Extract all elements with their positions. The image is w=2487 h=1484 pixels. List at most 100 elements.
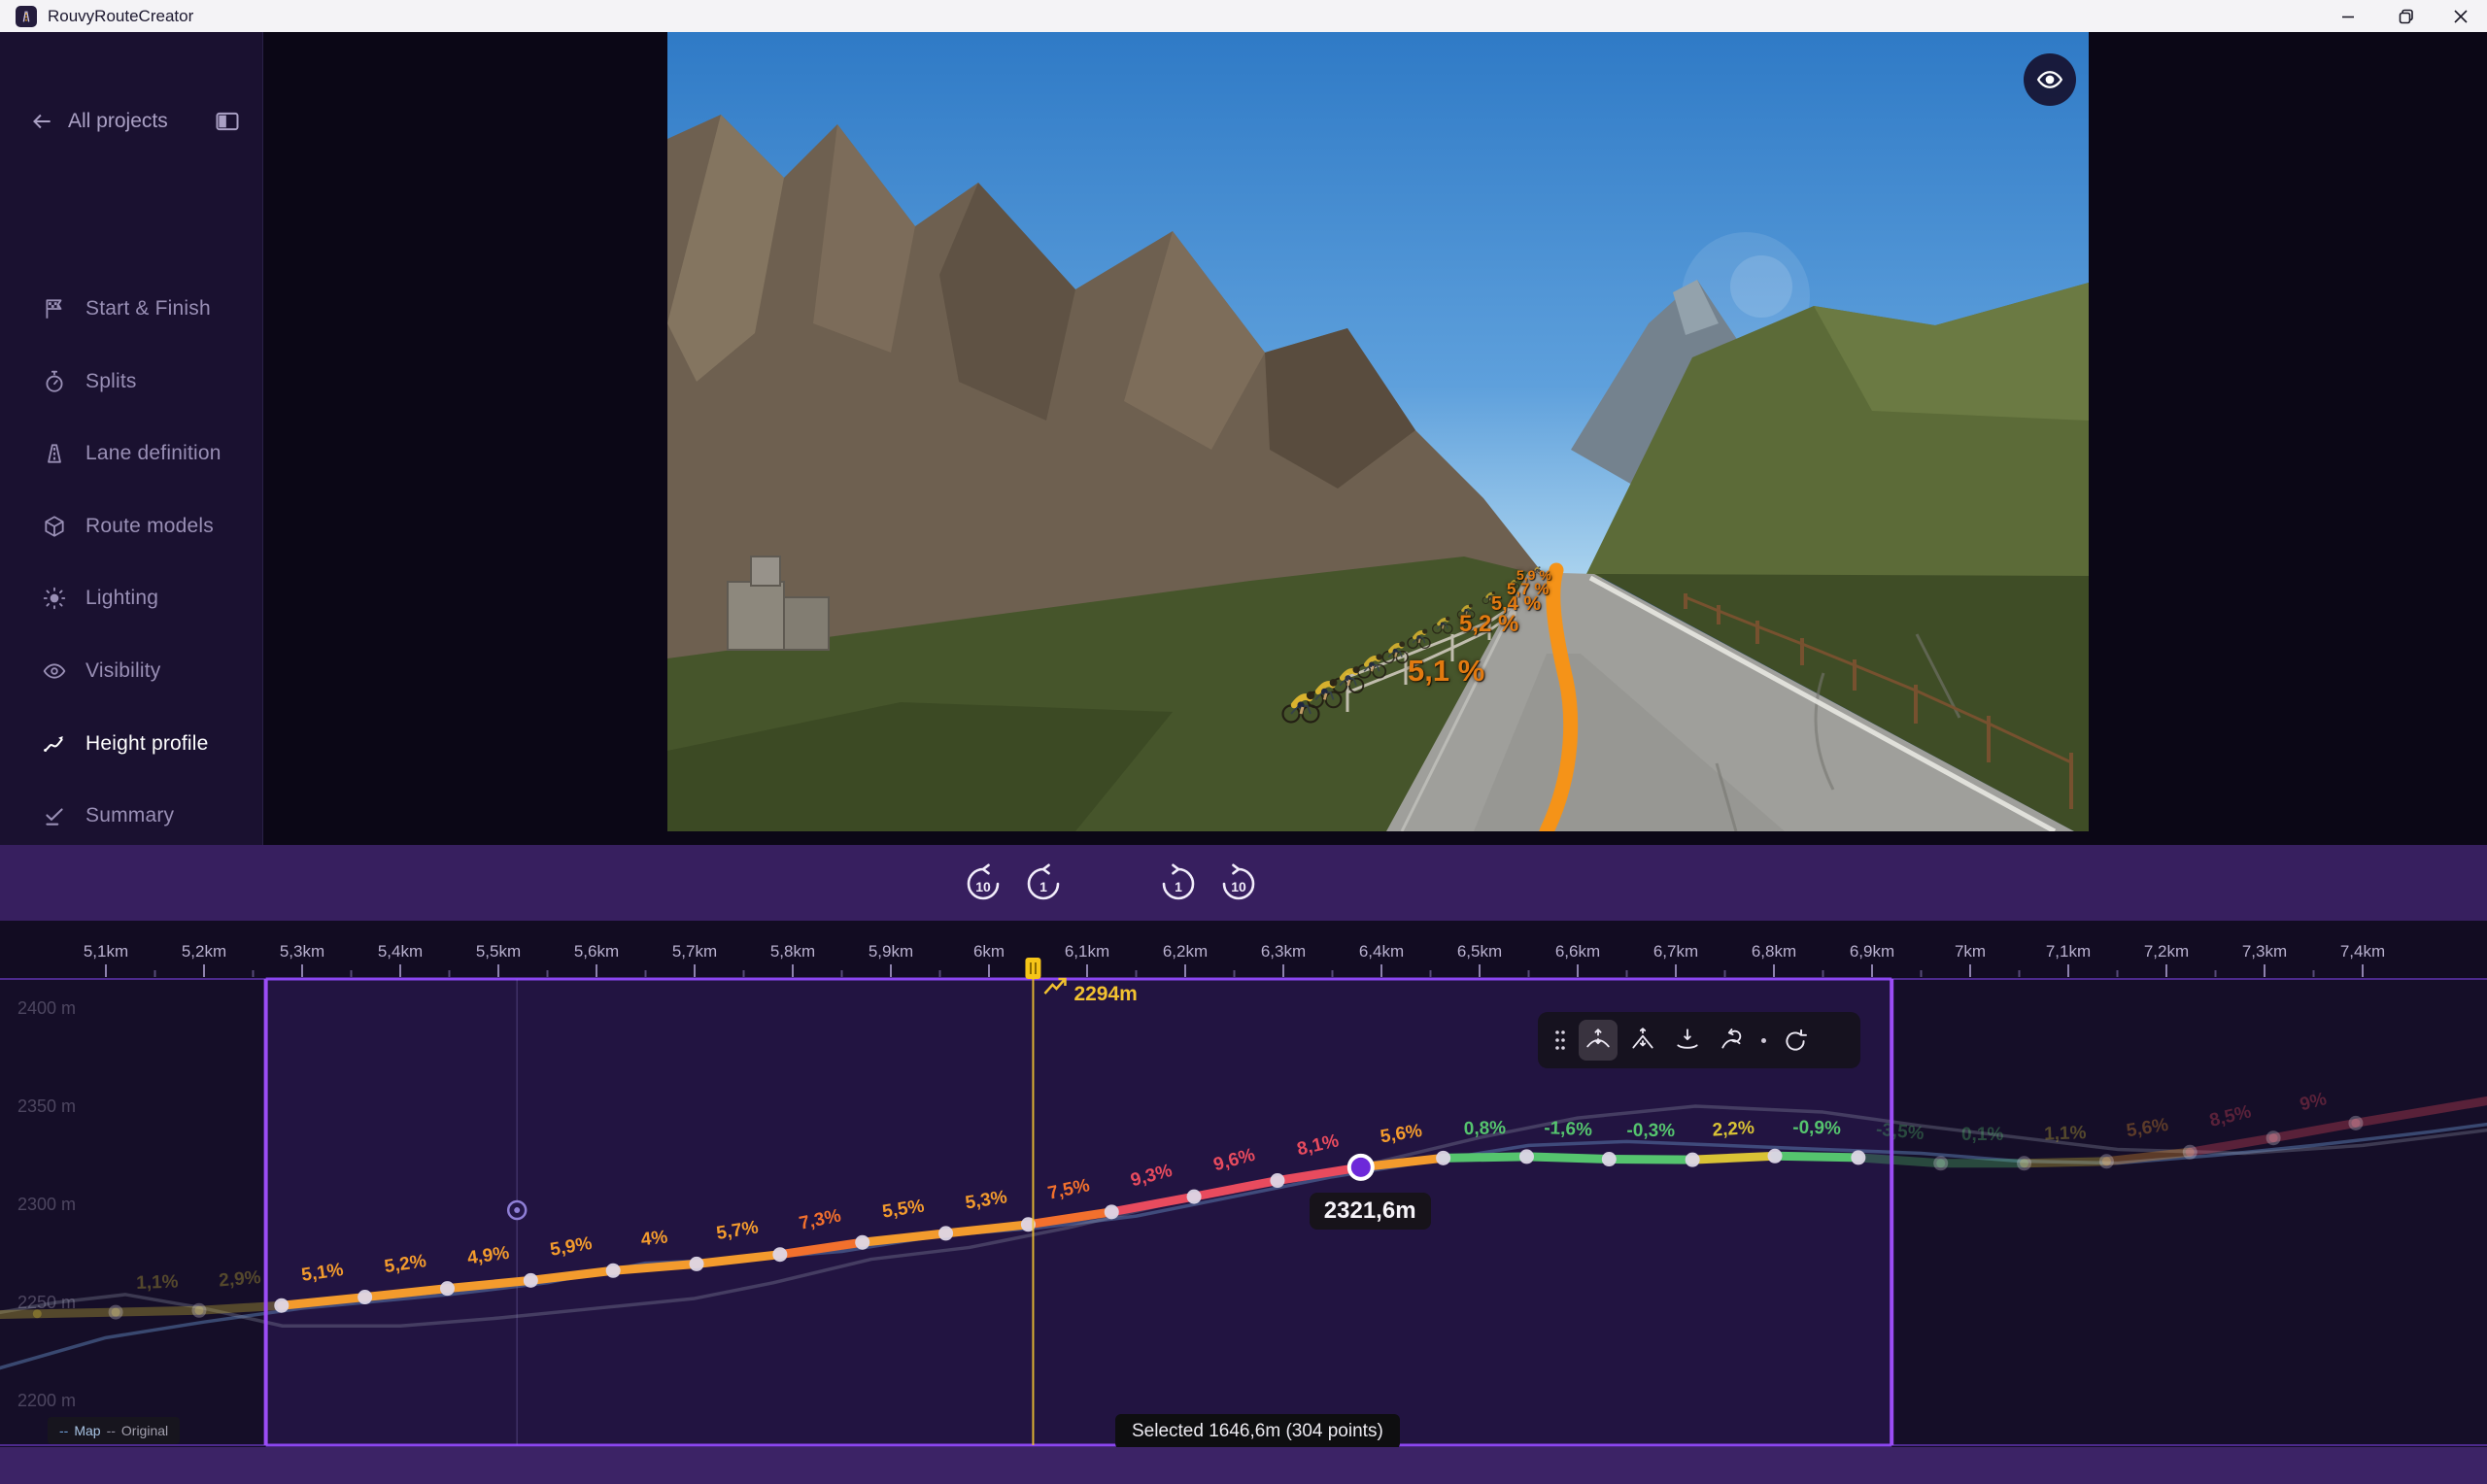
x-tick-label: 5,3km [280,942,324,961]
sidebar-item-summary[interactable]: Summary [0,793,262,838]
minimize-button[interactable] [2326,0,2370,32]
y-tick-label: 2300 m [17,1195,76,1214]
revert-curve-tool[interactable] [1713,1020,1752,1061]
x-tick-label: 5,5km [476,942,521,961]
road-grade-label: 5,7 % [1507,580,1549,599]
profile-point[interactable] [1602,1152,1617,1166]
skip-amount: 1 [1153,861,1204,912]
sidebar-item-label: Lane definition [85,442,221,465]
x-tick-label: 5,9km [869,942,913,961]
skip-forward-10-button[interactable]: 10 [1213,859,1264,909]
road-grade-label: 5,9 % [1516,567,1551,583]
position-marker-pin[interactable] [1025,958,1040,979]
x-tick-label: 7,1km [2046,942,2091,961]
profile-point[interactable] [274,1298,289,1313]
profile-point[interactable] [2099,1154,2114,1168]
toggle-overlay-visibility-button[interactable] [2024,53,2076,106]
sidebar-item-visibility[interactable]: Visibility [0,649,262,693]
sidebar-header: All projects [0,102,262,141]
back-to-projects-button[interactable]: All projects [29,109,168,134]
profile-point[interactable] [690,1257,704,1271]
profile-point[interactable] [1519,1149,1534,1164]
smooth-curve-tool[interactable] [1579,1020,1618,1061]
sidebar-item-lane-definition[interactable]: Lane definition [0,431,262,476]
profile-point[interactable] [1436,1151,1450,1165]
profile-segment [1775,1156,1858,1158]
back-arrow-icon [29,109,54,134]
profile-segment [1692,1156,1775,1160]
profile-segment [116,1310,199,1312]
cube-icon [41,514,68,539]
sidebar-item-splits[interactable]: Splits [0,359,262,404]
profile-point[interactable] [772,1247,787,1262]
profile-point[interactable] [440,1281,455,1296]
profile-point[interactable] [1686,1153,1700,1167]
x-tick-label: 5,4km [378,942,423,961]
app-window: RouvyRouteCreator All projects [0,0,2487,1484]
eye-icon [41,658,68,684]
profile-point[interactable] [524,1273,538,1288]
profile-point[interactable] [1270,1173,1284,1188]
profile-point[interactable] [1933,1156,1948,1170]
x-tick-label: 6,7km [1653,942,1698,961]
restore-button[interactable] [2384,0,2429,32]
selected-point-elevation-tooltip: 2321,6m [1310,1193,1431,1230]
profile-point[interactable] [358,1290,372,1304]
sidebar: All projects Start & Finish Splits Lane de… [0,32,263,847]
profile-point[interactable] [109,1305,123,1320]
route-video-scene [667,32,2089,831]
profile-point[interactable] [855,1235,869,1250]
sidebar-item-lighting[interactable]: Lighting [0,576,262,621]
profile-point[interactable] [2266,1130,2281,1145]
profile-point[interactable] [1768,1149,1783,1164]
x-tick-label: 5,7km [672,942,717,961]
grade-label: -1,6% [1544,1118,1593,1140]
sidebar-item-start-finish[interactable]: Start & Finish [0,287,262,331]
profile-point[interactable] [2183,1145,2197,1160]
chart-legend[interactable]: -- Map -- Original [48,1417,180,1444]
grade-label: 1,1% [2044,1123,2087,1144]
profile-point[interactable] [191,1303,206,1318]
raise-peak-tool[interactable] [1623,1020,1662,1061]
close-button[interactable] [2438,0,2483,32]
grade-label: 2,2% [1712,1118,1755,1141]
profile-point[interactable] [2348,1116,2363,1130]
skip-back-1-button[interactable]: 1 [1018,859,1069,909]
sidebar-item-route-models[interactable]: Route models [0,504,262,549]
grade-label: -0,9% [1792,1117,1841,1138]
selected-profile-point[interactable] [1349,1156,1373,1179]
profile-point[interactable] [606,1264,621,1278]
sun-icon [41,586,68,611]
profile-point[interactable] [938,1226,953,1240]
flatten-tool[interactable] [1668,1020,1707,1061]
reset-profile-tool[interactable] [1776,1020,1815,1061]
legend-original-label: Original [121,1423,168,1438]
sidebar-item-height-profile[interactable]: Height profile [0,722,262,766]
grade-label: 2,9% [218,1267,261,1292]
x-tick-label: 6,3km [1261,942,1306,961]
profile-point[interactable] [1851,1150,1865,1164]
profile-segment [2025,1162,2107,1164]
skip-forward-1-button[interactable]: 1 [1153,859,1204,909]
x-tick-label: 6,4km [1359,942,1404,961]
grade-label: 0,8% [1464,1118,1507,1139]
profile-point[interactable] [1187,1190,1202,1204]
eye-icon [2035,65,2064,94]
footer-bar: Debug options Normalization: 2x Lock pos… [0,1447,2487,1484]
collapse-sidebar-icon[interactable] [214,108,241,135]
profile-segment [1444,1157,1527,1158]
x-tick-label: 6,9km [1850,942,1894,961]
grade-label: 1,1% [136,1272,179,1294]
profile-point[interactable] [2017,1156,2031,1170]
x-tick-label: 7km [1955,942,1986,961]
x-tick-label: 6km [973,942,1005,961]
sidebar-item-label: Lighting [85,587,158,610]
window-title: RouvyRouteCreator [48,7,193,26]
toolbar-drag-handle[interactable] [1548,1020,1573,1061]
back-label: All projects [68,110,168,133]
x-tick-label: 6,6km [1555,942,1600,961]
skip-back-10-button[interactable]: 10 [958,859,1008,909]
profile-segment [0,1314,37,1315]
profile-point[interactable] [1105,1204,1119,1219]
profile-segment [1858,1158,1941,1164]
